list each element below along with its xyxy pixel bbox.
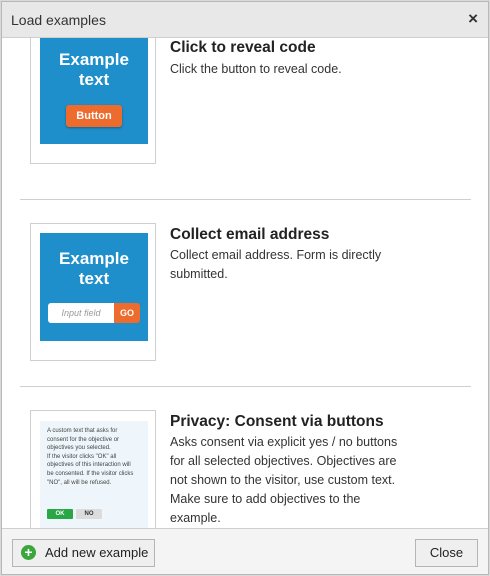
add-new-example-label: Add new example	[45, 545, 149, 560]
example-title[interactable]: Collect email address	[170, 226, 329, 244]
examples-list: Example text Button Click to reveal code…	[2, 38, 488, 528]
thumbnail-ok-button: OK	[47, 509, 73, 519]
thumbnail-consent-line: be consented. If the visitor clicks	[47, 470, 134, 477]
thumbnail-consent-line: "NO", all will be refused.	[47, 479, 112, 486]
example-thumbnail[interactable]: Example text Input field GO	[30, 223, 156, 361]
thumbnail-consent-line: If the visitor clicks "OK" all	[47, 453, 117, 460]
thumbnail-example-text: Example text	[59, 249, 129, 288]
plus-circle-icon: +	[21, 545, 36, 560]
dialog-footer: + Add new example Close	[2, 528, 488, 574]
thumbnail-consent-text: A custom text that asks for consent for …	[47, 427, 143, 487]
example-description: Collect email address. Form is directly …	[170, 248, 382, 281]
thumbnail-consent-line: objectives you selected.	[47, 445, 111, 452]
example-item-collect-email[interactable]: Example text Input field GO Collect emai…	[20, 223, 470, 363]
example-thumbnail[interactable]: Example text Button	[30, 38, 156, 164]
thumbnail-consent-line: A custom text that asks for	[47, 428, 118, 434]
thumbnail-button: Button	[66, 105, 122, 127]
dialog-title: Load examples	[11, 12, 106, 28]
thumbnail-go-button: GO	[114, 303, 140, 323]
thumbnail-input-field: Input field	[48, 303, 114, 323]
thumbnail-preview: Example text Button	[40, 38, 148, 144]
example-description: Click the button to reveal code.	[170, 62, 342, 76]
dialog-titlebar: Load examples ×	[2, 2, 488, 38]
example-item-privacy-consent[interactable]: A custom text that asks for consent for …	[20, 410, 470, 528]
example-thumbnail[interactable]: A custom text that asks for consent for …	[30, 410, 156, 528]
divider	[20, 386, 471, 387]
thumbnail-consent-line: consent for the objective or	[47, 436, 120, 443]
thumbnail-preview: A custom text that asks for consent for …	[40, 421, 148, 528]
divider	[20, 199, 471, 200]
example-item-reveal-code[interactable]: Example text Button Click to reveal code…	[20, 38, 470, 166]
close-button[interactable]: Close	[415, 539, 478, 567]
thumbnail-example-text: Example text	[59, 50, 129, 89]
example-title[interactable]: Privacy: Consent via buttons	[170, 413, 384, 431]
load-examples-dialog: Load examples × Example text Button Clic…	[1, 1, 489, 575]
add-new-example-button[interactable]: + Add new example	[12, 539, 155, 567]
thumbnail-preview: Example text Input field GO	[40, 233, 148, 341]
example-title[interactable]: Click to reveal code	[170, 39, 316, 57]
example-description: Asks consent via explicit yes / no butto…	[170, 435, 398, 525]
thumbnail-no-button: NO	[76, 509, 102, 519]
close-icon[interactable]: ×	[468, 10, 478, 28]
thumbnail-consent-line: objectives of this interaction will	[47, 462, 131, 469]
